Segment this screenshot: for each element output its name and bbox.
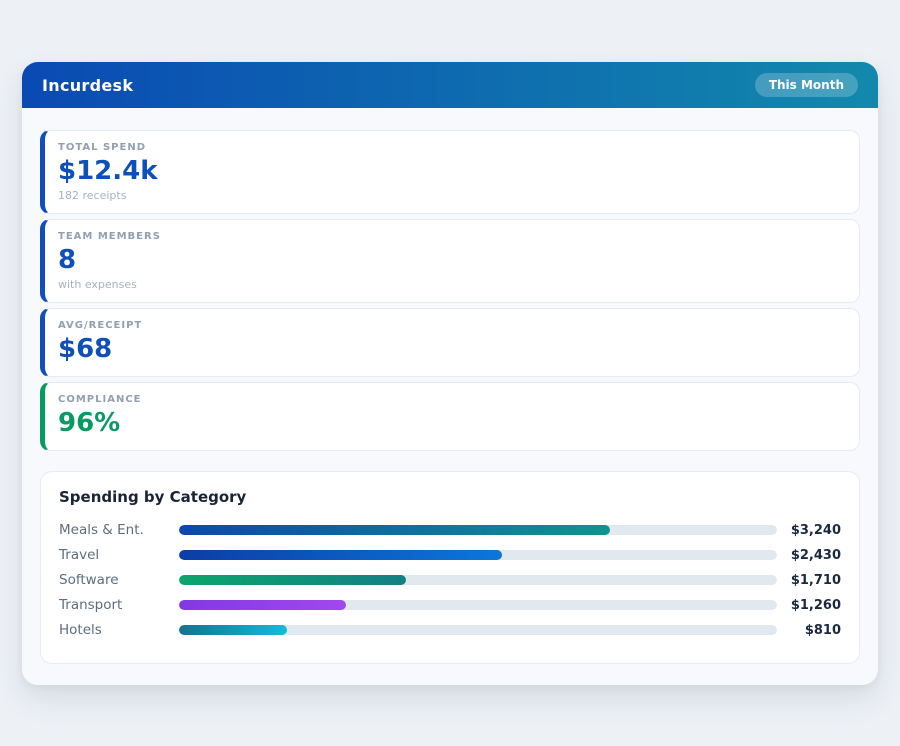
chart-row-value: $1,710	[785, 573, 841, 588]
chart-row-label: Transport	[59, 597, 179, 613]
stat-value: 96%	[58, 409, 843, 439]
stat-label: AVG/RECEIPT	[58, 320, 843, 331]
stat-label: TEAM MEMBERS	[58, 231, 843, 242]
stats-list: TOTAL SPEND $12.4k 182 receipts TEAM MEM…	[40, 130, 860, 451]
chart-row-value: $810	[785, 623, 841, 638]
spending-chart-card: Spending by Category Meals & Ent. $3,240…	[40, 471, 860, 664]
stat-card: AVG/RECEIPT $68	[40, 308, 860, 377]
chart-bar-track	[179, 625, 777, 635]
chart-bar-fill	[179, 625, 287, 635]
chart-bar-track	[179, 575, 777, 585]
chart-title: Spending by Category	[59, 488, 841, 506]
chart-row-label: Travel	[59, 547, 179, 563]
chart-bar-track	[179, 600, 777, 610]
chart-bar-track	[179, 550, 777, 560]
chart-rows: Meals & Ent. $3,240 Travel $2,430 Softwa…	[59, 518, 841, 643]
chart-bar-fill	[179, 575, 406, 585]
stat-subtitle: 182 receipts	[58, 189, 843, 202]
stat-card: TOTAL SPEND $12.4k 182 receipts	[40, 130, 860, 214]
dashboard-panel: Incurdesk This Month TOTAL SPEND $12.4k …	[22, 62, 878, 685]
chart-row: Travel $2,430	[59, 543, 841, 568]
chart-bar-track	[179, 525, 777, 535]
stat-subtitle: with expenses	[58, 278, 843, 291]
stat-label: TOTAL SPEND	[58, 142, 843, 153]
chart-row-label: Hotels	[59, 622, 179, 638]
app-header: Incurdesk This Month	[22, 62, 878, 108]
chart-row: Transport $1,260	[59, 593, 841, 618]
stat-value: 8	[58, 246, 843, 276]
chart-row-value: $2,430	[785, 548, 841, 563]
stat-label: COMPLIANCE	[58, 394, 843, 405]
chart-row: Hotels $810	[59, 618, 841, 643]
chart-row-value: $1,260	[785, 598, 841, 613]
app-title: Incurdesk	[42, 76, 133, 95]
stat-value: $12.4k	[58, 157, 843, 187]
chart-row: Software $1,710	[59, 568, 841, 593]
stat-card: COMPLIANCE 96%	[40, 382, 860, 451]
chart-bar-fill	[179, 600, 346, 610]
chart-bar-fill	[179, 550, 502, 560]
chart-row-value: $3,240	[785, 523, 841, 538]
stat-value: $68	[58, 335, 843, 365]
chart-row-label: Meals & Ent.	[59, 522, 179, 538]
chart-row: Meals & Ent. $3,240	[59, 518, 841, 543]
chart-row-label: Software	[59, 572, 179, 588]
chart-bar-fill	[179, 525, 610, 535]
period-badge-button[interactable]: This Month	[755, 73, 858, 97]
panel-content: TOTAL SPEND $12.4k 182 receipts TEAM MEM…	[22, 108, 878, 686]
stat-card: TEAM MEMBERS 8 with expenses	[40, 219, 860, 303]
